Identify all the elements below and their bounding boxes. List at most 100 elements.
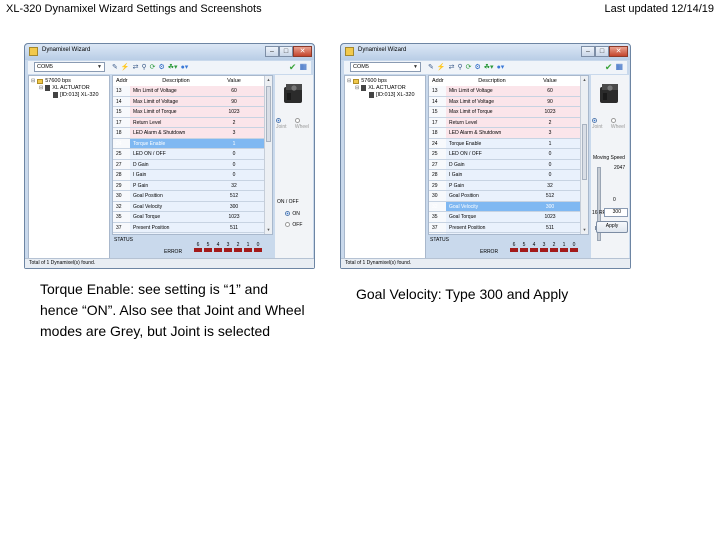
mode-joint-radio[interactable]: Joint <box>276 118 291 130</box>
table-row[interactable]: 37 Present Position 511 <box>429 222 580 233</box>
maximize-button[interactable]: □ <box>595 46 609 57</box>
table-row[interactable]: 39Present Velocity0 <box>429 233 580 234</box>
error-bit: 6 <box>194 242 202 252</box>
title-bar[interactable]: Dynamixel Wizard – □ ✕ <box>25 44 314 60</box>
column-header-value[interactable]: Value <box>535 76 565 86</box>
collapse-icon[interactable]: ⊟ <box>39 85 43 91</box>
off-radio[interactable]: OFF <box>285 222 302 228</box>
cell-description: Goal Velocity <box>449 203 479 210</box>
column-header-description[interactable]: Description <box>130 76 219 86</box>
speed-value-input[interactable]: 300 <box>604 208 628 217</box>
table-row[interactable]: 13 Min Limit of Voltage 60 <box>429 86 580 97</box>
table-row[interactable]: 25 LED ON / OFF 0 <box>113 149 264 160</box>
pencil-icon[interactable]: ✎ <box>112 62 118 73</box>
gear-icon[interactable]: ⚙ <box>474 62 480 73</box>
search-icon[interactable]: ⚲ <box>141 62 146 73</box>
table-row[interactable]: 32 Goal Velocity 300 <box>113 201 264 212</box>
collapse-icon[interactable]: ⊟ <box>355 85 359 91</box>
cell-addr: 14 <box>113 96 130 106</box>
collapse-icon[interactable]: ⊟ <box>31 78 35 84</box>
connect-icon[interactable]: ⇄ <box>449 62 455 73</box>
minimize-button[interactable]: – <box>581 46 595 57</box>
help-icon[interactable]: ●▾ <box>497 62 505 73</box>
scroll-up-icon[interactable]: ▲ <box>265 76 272 84</box>
table-row[interactable]: 17 Return Level 2 <box>113 117 264 128</box>
apply-button[interactable]: Apply <box>596 221 628 233</box>
table-row[interactable]: 29 P Gain 32 <box>429 180 580 191</box>
port-select[interactable]: COM5 ▼ <box>350 62 421 72</box>
on-radio[interactable]: ON <box>285 211 300 217</box>
table-row[interactable]: 27 D Gain 0 <box>429 159 580 170</box>
gear-icon[interactable]: ⚙ <box>158 62 164 73</box>
scroll-up-icon[interactable]: ▲ <box>581 76 588 84</box>
table-row[interactable]: 35 Goal Torque 1023 <box>429 212 580 223</box>
table-row[interactable]: 24 Torque Enable 1 <box>113 138 264 149</box>
table-scrollbar[interactable]: ▲ ▼ <box>264 76 272 234</box>
table-row[interactable]: 28 I Gain 0 <box>429 170 580 181</box>
table-row[interactable]: 14 Max Limit of Voltage 90 <box>429 96 580 107</box>
close-button[interactable]: ✕ <box>609 46 628 57</box>
side-panel: Joint Wheel ON / OFF ON OFF <box>275 75 313 260</box>
table-row[interactable]: 35 Goal Torque 1023 <box>113 212 264 223</box>
close-button[interactable]: ✕ <box>293 46 312 57</box>
table-row[interactable]: 24 Torque Enable 1 <box>429 138 580 149</box>
grid-icon[interactable]: ▦ <box>299 61 307 73</box>
column-header-addr[interactable]: Addr <box>429 76 446 86</box>
disconnect-icon[interactable]: ⚡ <box>121 62 130 73</box>
table-row[interactable]: 29 P Gain 32 <box>113 180 264 191</box>
column-header-value[interactable]: Value <box>219 76 249 86</box>
table-row[interactable]: 27 D Gain 0 <box>113 159 264 170</box>
table-row[interactable]: 18 LED Alarm & Shutdown 3 <box>429 128 580 139</box>
network-icon[interactable]: ☘▾ <box>484 62 494 73</box>
mode-joint-radio[interactable]: Joint <box>592 118 607 130</box>
pencil-icon[interactable]: ✎ <box>428 62 434 73</box>
tree-node-group[interactable]: ⊟ XL ACTUATOR <box>39 85 90 91</box>
scroll-thumb[interactable] <box>582 124 587 180</box>
minimize-button[interactable]: – <box>265 46 279 57</box>
table-row[interactable]: 30 Goal Position 512 <box>113 191 264 202</box>
tree-node-baud[interactable]: ⊟ 57600 bps <box>31 78 71 84</box>
mode-wheel-radio[interactable]: Wheel <box>294 118 313 130</box>
refresh-icon[interactable]: ⟳ <box>466 62 472 73</box>
actuator-image <box>284 84 302 103</box>
table-row[interactable]: 17 Return Level 2 <box>429 117 580 128</box>
maximize-button[interactable]: □ <box>279 46 293 57</box>
scroll-down-icon[interactable]: ▼ <box>581 226 588 234</box>
title-bar[interactable]: Dynamixel Wizard – □ ✕ <box>341 44 630 60</box>
table-scrollbar[interactable]: ▲ ▼ <box>580 76 588 234</box>
tree-node-device[interactable]: [ID:013] XL-320 <box>53 92 99 98</box>
radio-dot-icon <box>592 118 597 124</box>
table-row[interactable]: 25 LED ON / OFF 0 <box>429 149 580 160</box>
table-row[interactable]: 30 Goal Position 512 <box>429 191 580 202</box>
tree-node-baud[interactable]: ⊟ 57600 bps <box>347 78 387 84</box>
scroll-down-icon[interactable]: ▼ <box>265 226 272 234</box>
table-row[interactable]: 37 Present Position 511 <box>113 222 264 233</box>
table-row[interactable]: 15 Max Limit of Torque 1023 <box>113 107 264 118</box>
tree-node-device[interactable]: [ID:013] XL-320 <box>369 92 415 98</box>
network-icon[interactable]: ☘▾ <box>168 62 178 73</box>
toolbar: COM5 ▼ ✎ ⚡ ⇄ ⚲ ⟳ ⚙ ☘▾ ●▾ ✔ ▦ <box>344 61 627 74</box>
table-row[interactable]: 28 I Gain 0 <box>113 170 264 181</box>
column-header-addr[interactable]: Addr <box>113 76 130 86</box>
scroll-thumb[interactable] <box>266 86 271 142</box>
cell-value: 512 <box>545 193 555 199</box>
connect-icon[interactable]: ⇄ <box>133 62 139 73</box>
table-row[interactable]: 13 Min Limit of Voltage 60 <box>113 86 264 97</box>
grid-icon[interactable]: ▦ <box>615 61 623 73</box>
port-select[interactable]: COM5 ▼ <box>34 62 105 72</box>
check-icon[interactable]: ✔ <box>605 61 613 73</box>
disconnect-icon[interactable]: ⚡ <box>437 62 446 73</box>
check-icon[interactable]: ✔ <box>289 61 297 73</box>
table-row[interactable]: 15 Max Limit of Torque 1023 <box>429 107 580 118</box>
table-row[interactable]: 39Present Velocity0 <box>113 233 264 234</box>
help-icon[interactable]: ●▾ <box>181 62 189 73</box>
refresh-icon[interactable]: ⟳ <box>150 62 156 73</box>
column-header-description[interactable]: Description <box>446 76 535 86</box>
table-row[interactable]: 14 Max Limit of Voltage 90 <box>113 96 264 107</box>
mode-wheel-radio[interactable]: Wheel <box>610 118 629 130</box>
table-row[interactable]: 32 Goal Velocity 300 <box>429 201 580 212</box>
tree-node-group[interactable]: ⊟ XL ACTUATOR <box>355 85 406 91</box>
table-row[interactable]: 18 LED Alarm & Shutdown 3 <box>113 128 264 139</box>
search-icon[interactable]: ⚲ <box>457 62 462 73</box>
collapse-icon[interactable]: ⊟ <box>347 78 351 84</box>
